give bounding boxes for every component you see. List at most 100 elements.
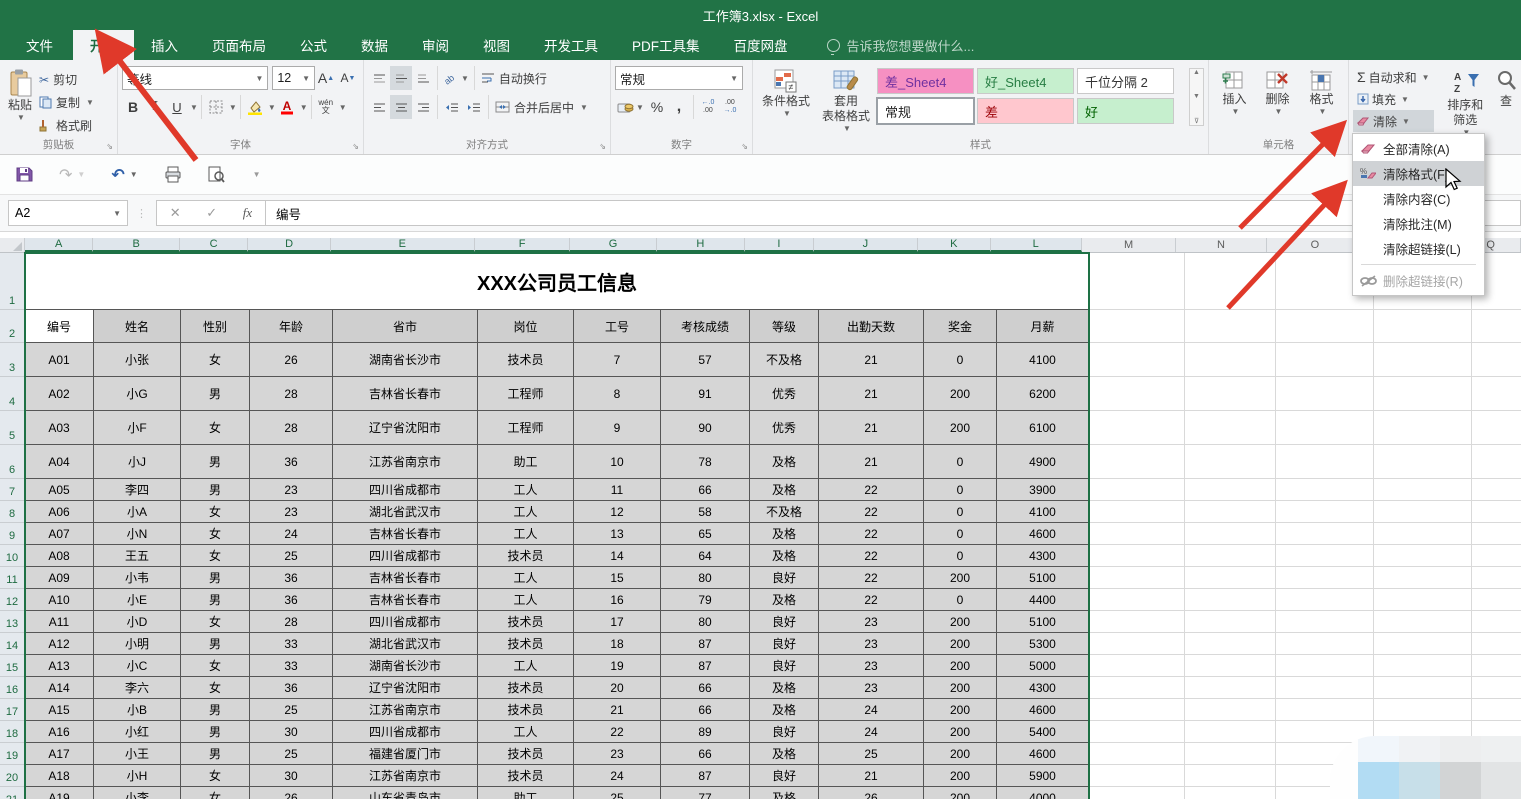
menu-item-清除格式(F)[interactable]: %清除格式(F)	[1353, 161, 1484, 186]
cell[interactable]: 吉林省长春市	[333, 523, 478, 545]
cell[interactable]: 吉林省长春市	[333, 377, 478, 411]
cell[interactable]: 0	[924, 501, 997, 523]
cell[interactable]: 25	[574, 787, 661, 799]
paste-button[interactable]: 粘贴 ▼	[4, 66, 36, 125]
column-header-I[interactable]: I	[745, 238, 814, 252]
cell[interactable]: A15	[25, 699, 94, 721]
cell[interactable]: 工人	[478, 523, 574, 545]
menu-item-清除批注(M)[interactable]: 清除批注(M)	[1353, 211, 1484, 236]
cell[interactable]: 80	[661, 611, 750, 633]
cell[interactable]: 山东省青岛市	[333, 787, 478, 799]
copy-button[interactable]: 复制 ▼	[36, 91, 97, 114]
cell[interactable]: 22	[819, 589, 924, 611]
format-painter-button[interactable]: 格式刷	[36, 114, 97, 137]
cell[interactable]: 66	[661, 699, 750, 721]
column-header-L[interactable]: L	[991, 238, 1082, 252]
column-header-C[interactable]: C	[180, 238, 249, 252]
cell[interactable]: 200	[924, 787, 997, 799]
cell[interactable]: 65	[661, 523, 750, 545]
bold-button[interactable]: B	[122, 95, 144, 119]
cell-style-好_Sheet4[interactable]: 好_Sheet4	[977, 68, 1074, 94]
header-cell[interactable]: 考核成绩	[661, 310, 750, 343]
cell[interactable]: 四川省成都市	[333, 611, 478, 633]
increase-indent-icon[interactable]	[463, 95, 485, 119]
cell[interactable]: 12	[574, 501, 661, 523]
cell[interactable]: 28	[250, 611, 333, 633]
cell[interactable]: 0	[924, 445, 997, 479]
cell[interactable]: 58	[661, 501, 750, 523]
qat-customize-button[interactable]: ▼	[253, 170, 261, 179]
cell[interactable]: 助工	[478, 445, 574, 479]
cell[interactable]: A14	[25, 677, 94, 699]
row-header-6[interactable]: 6	[0, 445, 25, 479]
cell[interactable]: 57	[661, 343, 750, 377]
cell[interactable]: 工人	[478, 721, 574, 743]
row-header-14[interactable]: 14	[0, 633, 25, 655]
cell[interactable]: 男	[181, 633, 250, 655]
cell[interactable]: 22	[819, 545, 924, 567]
column-header-N[interactable]: N	[1176, 238, 1266, 252]
cell[interactable]: 4100	[997, 501, 1089, 523]
cell[interactable]: 4600	[997, 523, 1089, 545]
cell[interactable]: 30	[250, 721, 333, 743]
fill-color-button[interactable]	[244, 95, 266, 119]
cell[interactable]: 小N	[94, 523, 181, 545]
column-header-O[interactable]: O	[1267, 238, 1364, 252]
cell[interactable]: 良好	[750, 721, 819, 743]
cell[interactable]: 女	[181, 787, 250, 799]
cell[interactable]: 湖北省武汉市	[333, 633, 478, 655]
cell[interactable]: 小F	[94, 411, 181, 445]
cell[interactable]: 及格	[750, 445, 819, 479]
header-cell[interactable]: 年龄	[250, 310, 333, 343]
name-box[interactable]: A2 ▼	[8, 200, 128, 226]
cell[interactable]: A07	[25, 523, 94, 545]
cell[interactable]: 小王	[94, 743, 181, 765]
tab-开发工具[interactable]: 开发工具	[527, 30, 615, 60]
tab-审阅[interactable]: 审阅	[405, 30, 466, 60]
cell[interactable]: 28	[250, 411, 333, 445]
cell[interactable]: 36	[250, 567, 333, 589]
cell[interactable]: 良好	[750, 611, 819, 633]
grow-font-button[interactable]: A▲	[315, 66, 337, 90]
cell[interactable]: 200	[924, 411, 997, 445]
cell[interactable]: 小韦	[94, 567, 181, 589]
cell[interactable]: A09	[25, 567, 94, 589]
cell[interactable]: 李六	[94, 677, 181, 699]
row-header-8[interactable]: 8	[0, 501, 25, 523]
row-header-12[interactable]: 12	[0, 589, 25, 611]
header-cell[interactable]: 省市	[333, 310, 478, 343]
row-header-9[interactable]: 9	[0, 523, 25, 545]
header-cell[interactable]: 等级	[750, 310, 819, 343]
cell[interactable]: 良好	[750, 765, 819, 787]
cell[interactable]: 36	[250, 677, 333, 699]
align-left-icon[interactable]	[368, 95, 390, 119]
cell[interactable]: 15	[574, 567, 661, 589]
merge-center-button[interactable]: 合并后居中 ▼	[492, 96, 591, 119]
header-cell[interactable]: 出勤天数	[819, 310, 924, 343]
format-cells-button[interactable]: 格式 ▼	[1304, 66, 1338, 119]
cell[interactable]: 6100	[997, 411, 1089, 445]
row-header-16[interactable]: 16	[0, 677, 25, 699]
header-cell[interactable]: 月薪	[997, 310, 1089, 343]
cell[interactable]: A16	[25, 721, 94, 743]
cell[interactable]: 17	[574, 611, 661, 633]
cell[interactable]: 优秀	[750, 411, 819, 445]
cell[interactable]: 技术员	[478, 545, 574, 567]
cancel-icon[interactable]: ✕	[170, 205, 181, 221]
cell[interactable]: 21	[574, 699, 661, 721]
cell[interactable]: 女	[181, 765, 250, 787]
header-cell[interactable]: 奖金	[924, 310, 997, 343]
cell[interactable]: 技术员	[478, 765, 574, 787]
cell[interactable]: 江苏省南京市	[333, 699, 478, 721]
header-cell[interactable]: 工号	[574, 310, 661, 343]
cell[interactable]: 66	[661, 479, 750, 501]
cell[interactable]: 8	[574, 377, 661, 411]
align-top-icon[interactable]	[368, 66, 390, 90]
cell[interactable]: 200	[924, 633, 997, 655]
column-header-J[interactable]: J	[814, 238, 918, 252]
cell[interactable]: 女	[181, 523, 250, 545]
cell[interactable]: 66	[661, 677, 750, 699]
cell[interactable]: 90	[661, 411, 750, 445]
cell[interactable]: 不及格	[750, 343, 819, 377]
cell[interactable]: 22	[819, 523, 924, 545]
